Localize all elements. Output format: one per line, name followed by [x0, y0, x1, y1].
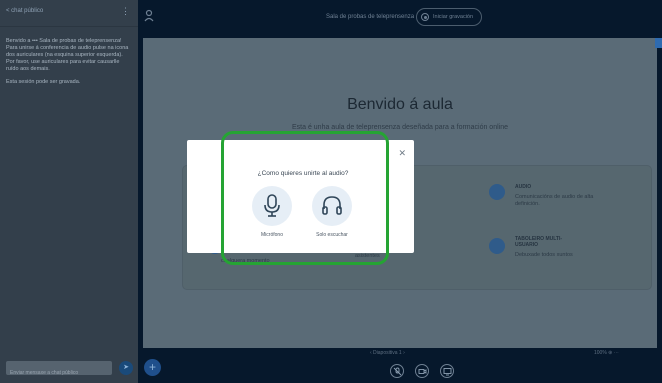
- chat-input[interactable]: [6, 366, 112, 380]
- chat-header: < chat público ⋮: [0, 0, 138, 27]
- record-icon: [421, 13, 429, 21]
- presentation-title: Benvido á aula: [347, 96, 453, 113]
- top-bar: Sala de probas de teleprensenza Iniciar …: [138, 0, 662, 34]
- chat-title[interactable]: < chat público: [6, 8, 43, 14]
- chat-input-wrapper: [6, 361, 112, 380]
- feature-title: TABOLEIRO MULTI-USUARIO: [515, 236, 563, 248]
- recording-note: Esta sesión pode ser gravada.: [6, 79, 81, 85]
- highlight-annotation: [221, 131, 389, 265]
- chat-options-icon[interactable]: ⋮: [121, 6, 130, 17]
- feature-desc: Debuxade todos xuntos: [515, 252, 573, 258]
- zoom-controls[interactable]: 100% ⊕ ⋯: [594, 350, 619, 356]
- close-icon[interactable]: ✕: [398, 148, 406, 159]
- recording-button[interactable]: Iniciar gravación: [416, 8, 483, 26]
- feature-icon: [489, 238, 505, 254]
- mute-button[interactable]: [390, 364, 404, 378]
- slide-navigation[interactable]: ‹ Diapositiva 1 ›: [370, 350, 405, 356]
- chat-messages: Benvido a ••• Sala de probas de telepren…: [6, 38, 132, 92]
- recording-label: Iniciar gravación: [433, 14, 474, 20]
- app-root: < chat público ⋮ Benvido a ••• Sala de p…: [0, 0, 662, 383]
- feature-title: AUDIO: [515, 184, 532, 190]
- presentation-subtitle: Esta é unha aula de teleprensenza deseña…: [292, 124, 508, 131]
- camera-icon: [418, 369, 427, 374]
- actions-button[interactable]: +: [144, 359, 161, 376]
- muted-mic-icon: [393, 367, 402, 376]
- room-name: Sala de probas de teleprensenza: [326, 14, 415, 20]
- welcome-message: Benvido a ••• Sala de probas de telepren…: [6, 38, 129, 72]
- feature-icon: [489, 184, 505, 200]
- share-screen-button[interactable]: [440, 364, 454, 378]
- presentation-toggle-tab[interactable]: [655, 38, 662, 48]
- send-message-button[interactable]: ➤: [119, 361, 133, 375]
- feature-desc: Comunicacións de audio de alta definició…: [515, 194, 594, 207]
- screen-share-icon: [443, 368, 452, 376]
- bottom-bar: + ‹ Diapositiva 1 › 100% ⊕ ⋯: [138, 348, 662, 383]
- user-list-icon[interactable]: [144, 9, 154, 23]
- video-button[interactable]: [415, 364, 429, 378]
- chat-sidebar: < chat público ⋮ Benvido a ••• Sala de p…: [0, 0, 138, 383]
